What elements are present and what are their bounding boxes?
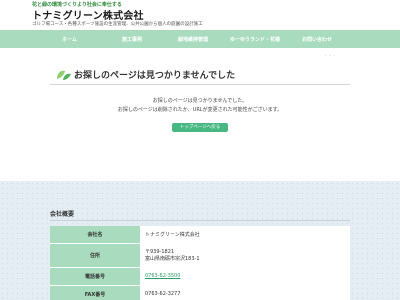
row-label-company: 会社名 xyxy=(50,226,140,244)
nav-item-works[interactable]: 施工事例 xyxy=(122,36,142,43)
notfound-message-line1: お探しのページは見つかりませんでした。 xyxy=(152,98,248,104)
company-logo-text[interactable]: トナミグリーン株式会社 xyxy=(32,7,144,22)
row-value-company: トナミグリーン株式会社 xyxy=(140,226,350,244)
page-title-block: お探しのページは見つかりませんでした xyxy=(50,66,350,84)
company-info-table: 会社名 トナミグリーン株式会社 住所 〒939-1821 富山県南砺市宗沢183… xyxy=(50,226,350,300)
leaf-icon xyxy=(57,70,71,80)
nav-item-contact[interactable]: お問い合わせ xyxy=(302,36,332,43)
table-row: 電話番号 0763-62-3500 xyxy=(50,267,350,286)
back-to-top-button[interactable]: トップページへ戻る xyxy=(172,123,228,132)
header-subline: ゴルフ場コース・各種スポーツ施設の生涯管理、公共公園から個人の庭園の設計施工 xyxy=(32,22,203,27)
notfound-message-line2: お探しのページは削除されたか、URLが変更された可能性がございます。 xyxy=(117,107,283,113)
nav-item-home[interactable]: ホーム xyxy=(62,36,77,43)
breadcrumb: · · · xyxy=(325,53,337,58)
postal-code: 〒939-1821 xyxy=(145,249,175,255)
row-value-phone: 0763-62-3500 xyxy=(140,267,350,286)
row-label-fax: FAX番号 xyxy=(50,285,140,300)
nav-item-yuyu-land[interactable]: ゆーゆうランド・花椿 xyxy=(230,36,280,43)
section-divider xyxy=(50,220,350,221)
row-label-address: 住所 xyxy=(50,243,140,268)
site-header: 花と緑の環境づくりより社会に奉仕する トナミグリーン株式会社 ゴルフ場コース・各… xyxy=(0,0,400,30)
row-label-phone: 電話番号 xyxy=(50,267,140,286)
phone-link[interactable]: 0763-62-3500 xyxy=(145,273,180,279)
table-row: 会社名 トナミグリーン株式会社 xyxy=(50,226,350,244)
global-nav: ホーム 施工事例 緑地維持管理 ゆーゆうランド・花椿 お問い合わせ xyxy=(0,30,400,48)
title-divider xyxy=(50,84,350,85)
company-section-title: 会社概要 xyxy=(50,211,75,218)
street-address: 富山県南砺市宗沢183-1 xyxy=(145,256,200,262)
row-value-fax: 0763-62-3277 xyxy=(140,285,350,300)
table-row: 住所 〒939-1821 富山県南砺市宗沢183-1 xyxy=(50,243,350,268)
row-value-address: 〒939-1821 富山県南砺市宗沢183-1 xyxy=(140,243,350,268)
page-title: お探しのページは見つかりませんでした xyxy=(74,71,236,81)
nav-item-maintenance[interactable]: 緑地維持管理 xyxy=(178,36,208,43)
table-row: FAX番号 0763-62-3277 xyxy=(50,285,350,300)
